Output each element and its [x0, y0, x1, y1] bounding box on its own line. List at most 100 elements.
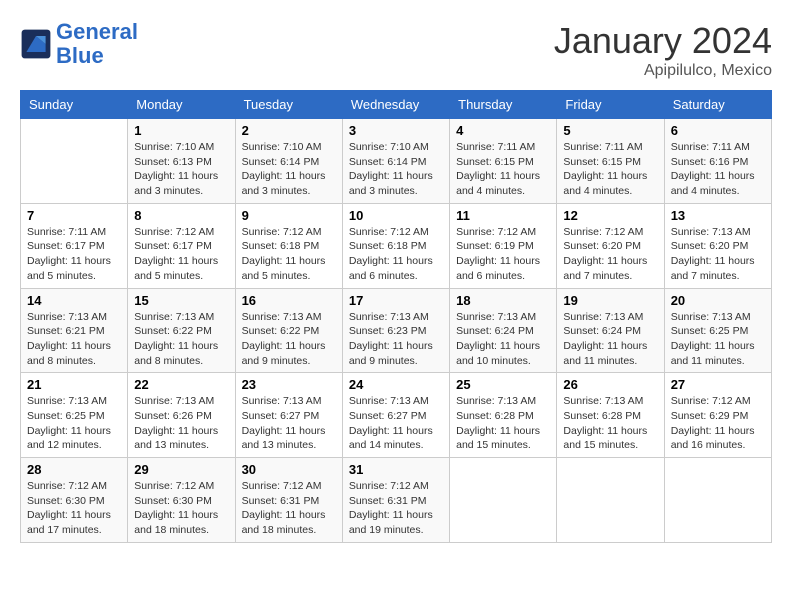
day-number: 26 — [563, 377, 657, 392]
week-row-3: 14 Sunrise: 7:13 AM Sunset: 6:21 PM Dayli… — [21, 288, 772, 373]
day-info: Sunrise: 7:12 AM Sunset: 6:18 PM Dayligh… — [349, 225, 443, 284]
day-cell — [21, 119, 128, 204]
page-header: General Blue January 2024 Apipilulco, Me… — [20, 20, 772, 80]
day-header-tuesday: Tuesday — [235, 91, 342, 119]
day-cell: 12Sunrise: 7:12 AM Sunset: 6:20 PM Dayli… — [557, 203, 664, 288]
day-cell: 30 Sunrise: 7:12 AM Sunset: 6:31 PM Dayli… — [235, 458, 342, 543]
day-info: Sunrise: 7:13 AM Sunset: 6:27 PM Dayligh… — [349, 394, 443, 453]
day-cell: 31 Sunrise: 7:12 AM Sunset: 6:31 PM Dayli… — [342, 458, 449, 543]
day-cell: 13Sunrise: 7:13 AM Sunset: 6:20 PM Dayli… — [664, 203, 771, 288]
day-number: 1 — [134, 123, 228, 138]
day-cell — [664, 458, 771, 543]
day-info: Sunrise: 7:13 AM Sunset: 6:28 PM Dayligh… — [456, 394, 550, 453]
month-year: January 2024 — [554, 20, 772, 62]
day-cell: 11 Sunrise: 7:12 AM Sunset: 6:19 PM Dayli… — [450, 203, 557, 288]
day-info: Sunrise: 7:13 AM Sunset: 6:24 PM Dayligh… — [563, 310, 657, 369]
day-cell: 7Sunrise: 7:11 AM Sunset: 6:17 PM Daylig… — [21, 203, 128, 288]
day-info: Sunrise: 7:12 AM Sunset: 6:31 PM Dayligh… — [242, 479, 336, 538]
day-number: 9 — [242, 208, 336, 223]
day-info: Sunrise: 7:13 AM Sunset: 6:22 PM Dayligh… — [134, 310, 228, 369]
day-cell: 3Sunrise: 7:10 AM Sunset: 6:14 PM Daylig… — [342, 119, 449, 204]
day-number: 21 — [27, 377, 121, 392]
day-info: Sunrise: 7:10 AM Sunset: 6:14 PM Dayligh… — [242, 140, 336, 199]
day-number: 5 — [563, 123, 657, 138]
day-info: Sunrise: 7:10 AM Sunset: 6:13 PM Dayligh… — [134, 140, 228, 199]
day-number: 22 — [134, 377, 228, 392]
day-cell: 6 Sunrise: 7:11 AM Sunset: 6:16 PM Daylig… — [664, 119, 771, 204]
day-info: Sunrise: 7:13 AM Sunset: 6:28 PM Dayligh… — [563, 394, 657, 453]
title-block: January 2024 Apipilulco, Mexico — [554, 20, 772, 80]
day-cell: 9 Sunrise: 7:12 AM Sunset: 6:18 PM Daylig… — [235, 203, 342, 288]
day-number: 8 — [134, 208, 228, 223]
day-cell: 14 Sunrise: 7:13 AM Sunset: 6:21 PM Dayli… — [21, 288, 128, 373]
day-info: Sunrise: 7:13 AM Sunset: 6:25 PM Dayligh… — [27, 394, 121, 453]
day-cell: 17 Sunrise: 7:13 AM Sunset: 6:23 PM Dayli… — [342, 288, 449, 373]
day-cell: 23 Sunrise: 7:13 AM Sunset: 6:27 PM Dayli… — [235, 373, 342, 458]
day-number: 31 — [349, 462, 443, 477]
day-number: 7 — [27, 208, 121, 223]
day-cell: 27Sunrise: 7:12 AM Sunset: 6:29 PM Dayli… — [664, 373, 771, 458]
day-cell: 24 Sunrise: 7:13 AM Sunset: 6:27 PM Dayli… — [342, 373, 449, 458]
day-cell: 21 Sunrise: 7:13 AM Sunset: 6:25 PM Dayli… — [21, 373, 128, 458]
week-row-2: 7Sunrise: 7:11 AM Sunset: 6:17 PM Daylig… — [21, 203, 772, 288]
day-header-thursday: Thursday — [450, 91, 557, 119]
day-number: 19 — [563, 293, 657, 308]
day-info: Sunrise: 7:11 AM Sunset: 6:15 PM Dayligh… — [563, 140, 657, 199]
day-info: Sunrise: 7:13 AM Sunset: 6:25 PM Dayligh… — [671, 310, 765, 369]
day-cell — [557, 458, 664, 543]
day-info: Sunrise: 7:12 AM Sunset: 6:30 PM Dayligh… — [27, 479, 121, 538]
day-info: Sunrise: 7:13 AM Sunset: 6:26 PM Dayligh… — [134, 394, 228, 453]
day-header-wednesday: Wednesday — [342, 91, 449, 119]
day-number: 29 — [134, 462, 228, 477]
day-number: 28 — [27, 462, 121, 477]
day-header-friday: Friday — [557, 91, 664, 119]
day-cell: 8Sunrise: 7:12 AM Sunset: 6:17 PM Daylig… — [128, 203, 235, 288]
day-number: 17 — [349, 293, 443, 308]
day-cell: 16 Sunrise: 7:13 AM Sunset: 6:22 PM Dayli… — [235, 288, 342, 373]
day-cell: 10 Sunrise: 7:12 AM Sunset: 6:18 PM Dayli… — [342, 203, 449, 288]
day-number: 14 — [27, 293, 121, 308]
day-header-saturday: Saturday — [664, 91, 771, 119]
day-info: Sunrise: 7:12 AM Sunset: 6:30 PM Dayligh… — [134, 479, 228, 538]
day-number: 12 — [563, 208, 657, 223]
day-info: Sunrise: 7:12 AM Sunset: 6:18 PM Dayligh… — [242, 225, 336, 284]
day-cell: 19 Sunrise: 7:13 AM Sunset: 6:24 PM Dayli… — [557, 288, 664, 373]
day-number: 23 — [242, 377, 336, 392]
calendar-table: SundayMondayTuesdayWednesdayThursdayFrid… — [20, 90, 772, 543]
day-cell: 29 Sunrise: 7:12 AM Sunset: 6:30 PM Dayli… — [128, 458, 235, 543]
day-number: 10 — [349, 208, 443, 223]
week-row-4: 21 Sunrise: 7:13 AM Sunset: 6:25 PM Dayli… — [21, 373, 772, 458]
logo-line2: Blue — [56, 43, 104, 68]
day-cell: 5 Sunrise: 7:11 AM Sunset: 6:15 PM Daylig… — [557, 119, 664, 204]
week-row-5: 28 Sunrise: 7:12 AM Sunset: 6:30 PM Dayli… — [21, 458, 772, 543]
day-number: 16 — [242, 293, 336, 308]
day-number: 18 — [456, 293, 550, 308]
day-info: Sunrise: 7:12 AM Sunset: 6:19 PM Dayligh… — [456, 225, 550, 284]
day-number: 3 — [349, 123, 443, 138]
day-cell: 4Sunrise: 7:11 AM Sunset: 6:15 PM Daylig… — [450, 119, 557, 204]
logo-line1: General — [56, 19, 138, 44]
day-info: Sunrise: 7:11 AM Sunset: 6:16 PM Dayligh… — [671, 140, 765, 199]
day-cell — [450, 458, 557, 543]
day-info: Sunrise: 7:12 AM Sunset: 6:31 PM Dayligh… — [349, 479, 443, 538]
day-number: 11 — [456, 208, 550, 223]
week-row-1: 1 Sunrise: 7:10 AM Sunset: 6:13 PM Daylig… — [21, 119, 772, 204]
day-cell: 1 Sunrise: 7:10 AM Sunset: 6:13 PM Daylig… — [128, 119, 235, 204]
day-header-sunday: Sunday — [21, 91, 128, 119]
day-cell: 20Sunrise: 7:13 AM Sunset: 6:25 PM Dayli… — [664, 288, 771, 373]
day-number: 24 — [349, 377, 443, 392]
logo-icon — [20, 28, 52, 60]
day-number: 13 — [671, 208, 765, 223]
day-cell: 18Sunrise: 7:13 AM Sunset: 6:24 PM Dayli… — [450, 288, 557, 373]
day-info: Sunrise: 7:13 AM Sunset: 6:22 PM Dayligh… — [242, 310, 336, 369]
day-header-monday: Monday — [128, 91, 235, 119]
day-info: Sunrise: 7:13 AM Sunset: 6:27 PM Dayligh… — [242, 394, 336, 453]
day-number: 30 — [242, 462, 336, 477]
day-info: Sunrise: 7:13 AM Sunset: 6:23 PM Dayligh… — [349, 310, 443, 369]
day-info: Sunrise: 7:11 AM Sunset: 6:15 PM Dayligh… — [456, 140, 550, 199]
day-info: Sunrise: 7:13 AM Sunset: 6:21 PM Dayligh… — [27, 310, 121, 369]
day-cell: 15Sunrise: 7:13 AM Sunset: 6:22 PM Dayli… — [128, 288, 235, 373]
day-cell: 25Sunrise: 7:13 AM Sunset: 6:28 PM Dayli… — [450, 373, 557, 458]
day-number: 6 — [671, 123, 765, 138]
day-cell: 26 Sunrise: 7:13 AM Sunset: 6:28 PM Dayli… — [557, 373, 664, 458]
